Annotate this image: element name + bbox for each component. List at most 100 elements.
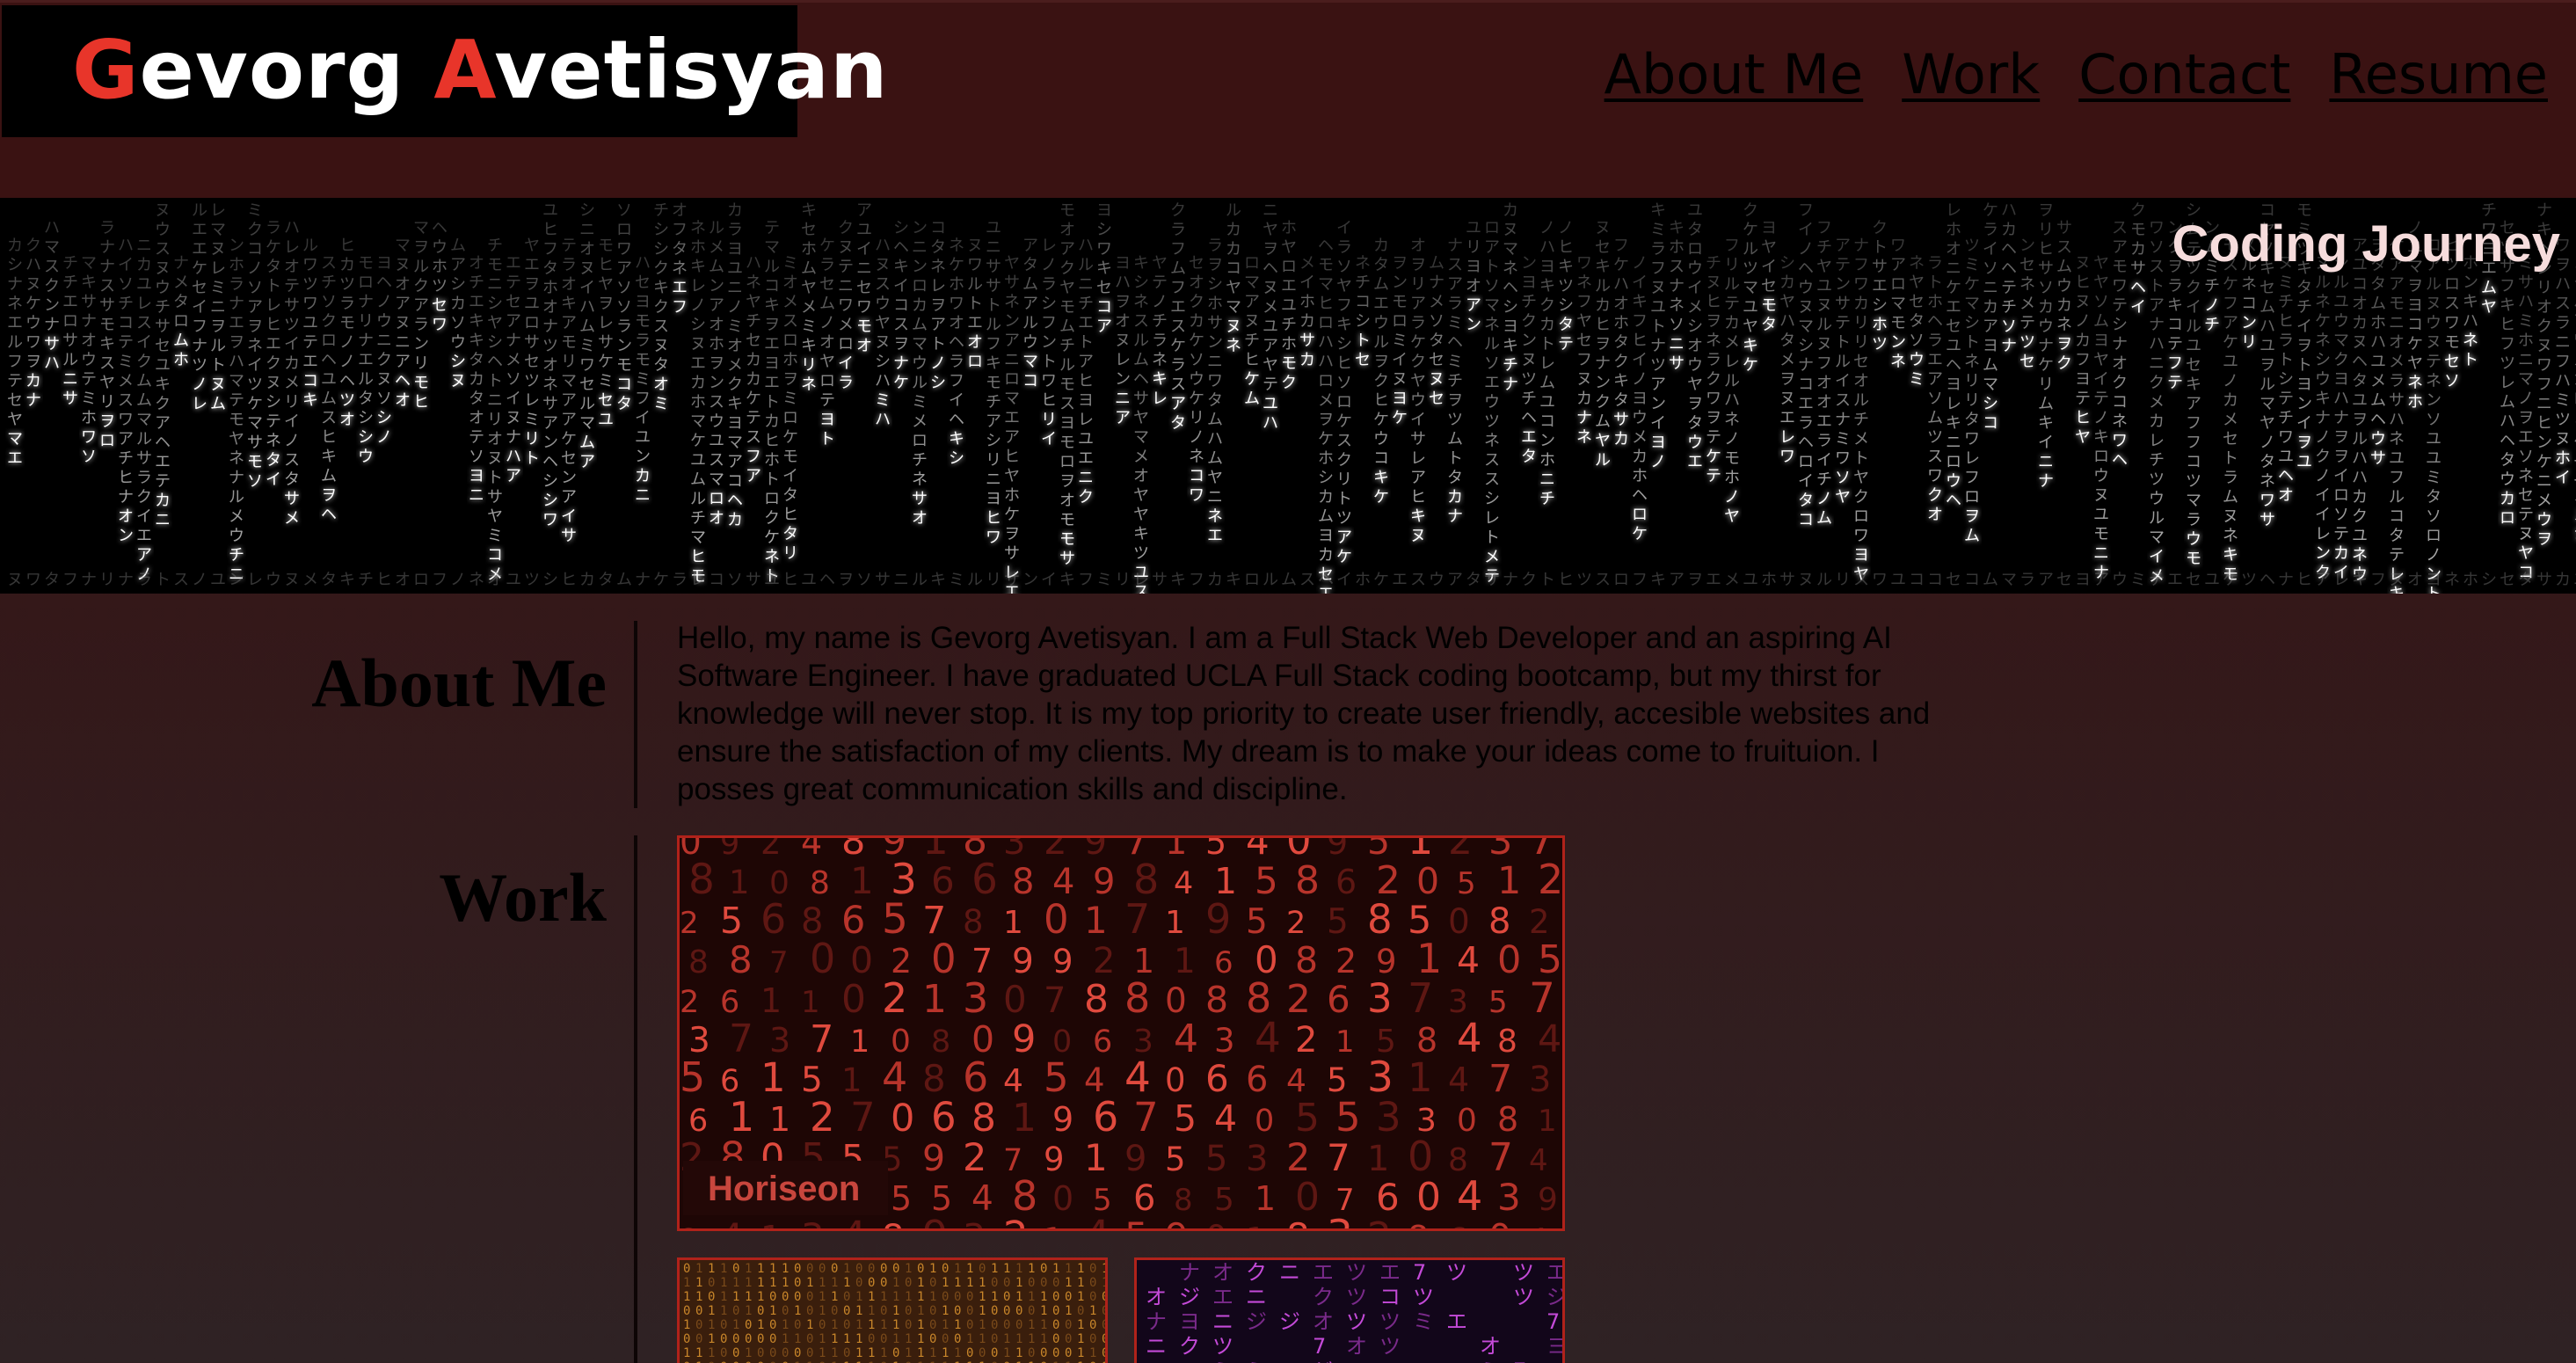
svg-text:1: 1	[708, 1318, 715, 1332]
nav-link-resume[interactable]: Resume	[2329, 44, 2548, 105]
nav-link-work[interactable]: Work	[1902, 44, 2040, 105]
svg-text:ロ: ロ	[1004, 370, 1020, 389]
svg-text:コ: コ	[616, 375, 632, 394]
svg-text:シ: シ	[2481, 571, 2497, 588]
svg-text:ヌ: ヌ	[1410, 527, 1426, 545]
svg-text:5: 5	[720, 900, 743, 942]
svg-text:ラ: ラ	[1816, 432, 1832, 450]
svg-text:ル: ル	[1743, 240, 1758, 259]
svg-text:0: 0	[1052, 1346, 1059, 1360]
svg-text:ラ: ラ	[2389, 372, 2405, 390]
svg-text:0: 0	[905, 1318, 912, 1332]
svg-text:コ: コ	[1539, 412, 1555, 431]
svg-text:ノ: ノ	[2204, 296, 2220, 315]
svg-text:ラ: ラ	[1336, 238, 1352, 257]
svg-text:ケ: ケ	[653, 571, 669, 588]
svg-text:ヤ: ヤ	[1004, 254, 1020, 273]
svg-text:2: 2	[1448, 838, 1473, 864]
svg-text:ス: ス	[44, 258, 60, 276]
svg-text:ヒ: ヒ	[561, 571, 577, 588]
svg-text:4: 4	[1457, 1172, 1482, 1220]
svg-text:ワ: ワ	[1779, 448, 1795, 466]
svg-text:セ: セ	[579, 375, 595, 394]
svg-text:キ: キ	[469, 312, 484, 331]
svg-text:1: 1	[720, 1276, 727, 1290]
svg-text:ア: ア	[118, 430, 134, 448]
svg-text:ア: ア	[579, 453, 595, 471]
svg-text:ヨ: ヨ	[1379, 1359, 1401, 1363]
svg-text:チ: チ	[118, 295, 134, 313]
svg-text:イ: イ	[1041, 571, 1057, 588]
svg-text:フ: フ	[432, 571, 448, 588]
svg-text:マ: マ	[561, 372, 577, 390]
svg-text:ヘ: ヘ	[1521, 409, 1537, 427]
svg-text:2: 2	[1529, 903, 1550, 941]
svg-text:ス: ス	[99, 277, 115, 295]
svg-text:0: 0	[1089, 1318, 1096, 1332]
svg-text:ヤ: ヤ	[1336, 277, 1352, 295]
svg-text:ネ: ネ	[2518, 467, 2534, 485]
svg-text:ロ: ロ	[358, 273, 374, 292]
svg-text:ヒ: ヒ	[690, 548, 706, 566]
svg-text:ナ: ナ	[358, 293, 374, 311]
svg-text:8: 8	[1012, 862, 1034, 902]
logo[interactable]: Gevorg Avetisyan	[2, 5, 887, 137]
svg-text:タ: タ	[469, 390, 484, 408]
nav-link-contact[interactable]: Contact	[2078, 44, 2290, 105]
svg-text:リ: リ	[358, 312, 374, 331]
svg-text:ト: ト	[2149, 277, 2165, 295]
svg-text:ジ: ジ	[1313, 1359, 1334, 1363]
svg-text:エ: エ	[672, 279, 688, 297]
svg-text:ナ: ナ	[1447, 237, 1463, 255]
svg-text:ナ: ナ	[1179, 1260, 1200, 1285]
svg-text:ン: ン	[413, 335, 429, 354]
svg-text:ツ: ツ	[1446, 1260, 1467, 1285]
svg-text:エ: エ	[1004, 409, 1020, 427]
svg-text:1: 1	[745, 1276, 752, 1290]
svg-text:ク: ク	[653, 259, 669, 278]
svg-text:6: 6	[720, 985, 739, 1020]
svg-text:ト: ト	[1336, 490, 1352, 508]
svg-text:シ: シ	[1872, 296, 1888, 315]
svg-text:5: 5	[882, 895, 908, 944]
svg-text:ン: ン	[1022, 571, 1038, 588]
svg-text:ン: ン	[1521, 332, 1537, 350]
svg-text:ニ: ニ	[1207, 353, 1223, 371]
svg-text:1: 1	[979, 1290, 986, 1304]
svg-text:ミ: ミ	[118, 353, 134, 371]
svg-text:ソ: ソ	[2444, 372, 2460, 390]
svg-text:テ: テ	[118, 333, 134, 352]
svg-text:キ: キ	[653, 279, 669, 297]
svg-text:ヨ: ヨ	[1503, 317, 1518, 336]
nav-link-about-me[interactable]: About Me	[1605, 44, 1864, 105]
svg-text:6: 6	[931, 1094, 957, 1141]
svg-text:1: 1	[1367, 1139, 1389, 1179]
svg-text:1: 1	[720, 1290, 727, 1304]
svg-text:ネ: ネ	[1706, 332, 1721, 350]
svg-text:コ: コ	[118, 314, 134, 332]
svg-text:ラ: ラ	[1207, 237, 1223, 255]
svg-text:キ: キ	[1170, 571, 1186, 588]
svg-text:マ: マ	[1503, 240, 1518, 259]
svg-text:ニ: ニ	[136, 237, 152, 255]
project-card-2[interactable]: 0110101011100011100111101111000001101000…	[677, 1257, 1108, 1363]
svg-text:ヌ: ヌ	[2093, 486, 2109, 505]
svg-text:ヲ: ヲ	[598, 295, 614, 313]
svg-text:0: 0	[1102, 1346, 1108, 1360]
project-card-horiseon[interactable]: 0924891832971540951237810813668498415862…	[677, 835, 1565, 1231]
svg-text:0: 0	[794, 1262, 801, 1276]
svg-text:ナ: ナ	[1595, 354, 1611, 373]
svg-text:ソ: ソ	[727, 571, 743, 588]
svg-text:ニ: ニ	[1279, 1260, 1300, 1285]
svg-text:ソ: ソ	[321, 293, 337, 311]
project-card-3[interactable]: オナニナジヨクエオエニツミクニジミニジコエクオ7ジツツツオエコツツヨ7ツミコツエ…	[1134, 1257, 1565, 1363]
svg-text:ウ: ウ	[2056, 277, 2072, 295]
svg-text:ソ: ソ	[1336, 374, 1352, 392]
svg-text:0: 0	[966, 1346, 973, 1360]
svg-text:カ: カ	[727, 201, 743, 220]
svg-text:1: 1	[1012, 1096, 1037, 1141]
svg-text:ヌ: ヌ	[2075, 254, 2091, 273]
svg-text:イ: イ	[856, 240, 872, 259]
svg-text:5: 5	[1214, 1182, 1234, 1218]
svg-text:ヲ: ヲ	[229, 333, 244, 352]
